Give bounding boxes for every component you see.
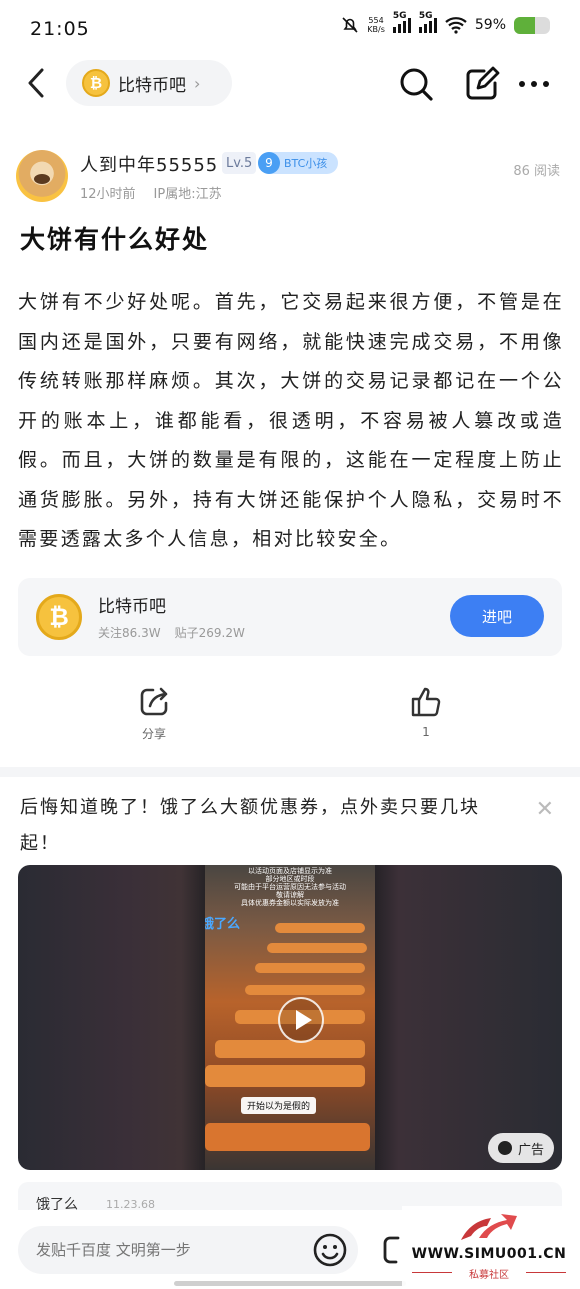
food-item <box>275 923 365 933</box>
video-subtitle: 开始以为是假的 <box>241 1097 317 1114</box>
chevron-right-icon: › <box>194 73 201 93</box>
ad-title[interactable]: 后悔知道晚了！饿了么大额优惠券，点外卖只要几块起！ <box>20 790 500 862</box>
watermark: WWW.SIMU001.CN 私募社区 <box>402 1206 576 1286</box>
status-bar: 21:05 554 KB/s 5G 5G 59% <box>0 0 580 56</box>
share-action[interactable]: 分享 <box>124 685 184 742</box>
level-badge: Lv.5 <box>222 152 257 174</box>
post-title: 大饼有什么好处 <box>20 225 210 254</box>
emoji-icon[interactable] <box>312 1232 348 1268</box>
wifi-icon <box>445 17 467 34</box>
clock: 21:05 <box>30 18 90 40</box>
like-count: 1 <box>422 725 430 739</box>
enter-forum-button[interactable]: 进吧 <box>450 595 544 637</box>
more-icon[interactable] <box>514 64 554 104</box>
forum-link[interactable]: ₿ 比特币吧 › <box>66 60 232 106</box>
ad-badge[interactable]: 广告 <box>487 1133 554 1163</box>
status-icons: 554 KB/s 5G 5G 59% <box>341 11 550 34</box>
back-arrow-icon[interactable] <box>22 66 52 100</box>
post-time: 12小时前 <box>80 187 136 202</box>
ip-location: IP属地:江苏 <box>153 187 222 202</box>
section-divider <box>0 767 580 777</box>
video-caption: 以活动页面及店铺显示为准 部分地区或时段 可能由于平台运营原因无法参与活动 敬请… <box>234 867 346 907</box>
food-item <box>215 1040 365 1058</box>
fan-badge[interactable]: 9 BTC小孩 <box>258 152 338 174</box>
food-item <box>205 1123 370 1151</box>
food-item <box>205 1065 365 1087</box>
watermark-logo-icon <box>461 1214 517 1240</box>
food-item <box>245 985 365 995</box>
forum-stats: 关注86.3W 贴子269.2W <box>98 626 245 640</box>
mute-bell-icon <box>342 17 358 33</box>
thumbs-up-icon <box>411 687 441 717</box>
watermark-name: 私募社区 <box>469 1270 509 1281</box>
food-item <box>267 943 367 953</box>
view-count: 86 阅读 <box>513 164 560 179</box>
signal-1-icon: 5G <box>392 11 411 33</box>
bitcoin-logo-icon: ₿ <box>36 594 82 640</box>
play-icon[interactable] <box>278 997 324 1043</box>
close-icon[interactable]: ✕ <box>536 797 554 822</box>
top-nav: ₿ 比特币吧 › <box>0 56 580 112</box>
forum-name: 比特币吧 <box>118 75 186 96</box>
eleme-logo: 饿了么 <box>205 917 241 932</box>
like-action[interactable]: 1 <box>396 685 456 739</box>
battery-percent: 59% <box>474 17 506 33</box>
ad-info-icon <box>497 1141 512 1155</box>
ad-video[interactable]: 以活动页面及店铺显示为准 部分地区或时段 可能由于平台运营原因无法参与活动 敬请… <box>18 865 562 1170</box>
author-avatar[interactable] <box>16 150 68 202</box>
watermark-line <box>526 1272 566 1273</box>
comment-input[interactable] <box>18 1226 358 1274</box>
food-item <box>255 963 365 973</box>
signal-2-icon: 5G <box>418 11 437 33</box>
edit-post-icon[interactable] <box>462 64 502 104</box>
search-icon[interactable] <box>396 64 436 104</box>
share-label: 分享 <box>141 727 166 741</box>
post-detail-page: 21:05 554 KB/s 5G 5G 59% ₿ 比特币吧 › 人到中年555… <box>0 0 580 1289</box>
author-name[interactable]: 人到中年55555 <box>80 151 218 177</box>
home-indicator[interactable] <box>174 1281 406 1286</box>
post-meta: 12小时前 IP属地:江苏 <box>80 183 240 202</box>
forum-card-name: 比特币吧 <box>98 597 166 617</box>
post-body: 大饼有不少好处呢。首先，它交易起来很方便，不管是在国内还是国外，只要有网络，就能… <box>18 291 564 550</box>
battery-icon <box>514 16 550 34</box>
forum-card[interactable]: ₿ 比特币吧 关注86.3W 贴子269.2W 进吧 <box>18 578 562 656</box>
network-speed: 554 KB/s <box>367 16 385 34</box>
bitcoin-logo-icon: ₿ <box>82 69 110 97</box>
watermark-url: WWW.SIMU001.CN <box>411 1246 567 1262</box>
share-icon <box>140 687 168 716</box>
